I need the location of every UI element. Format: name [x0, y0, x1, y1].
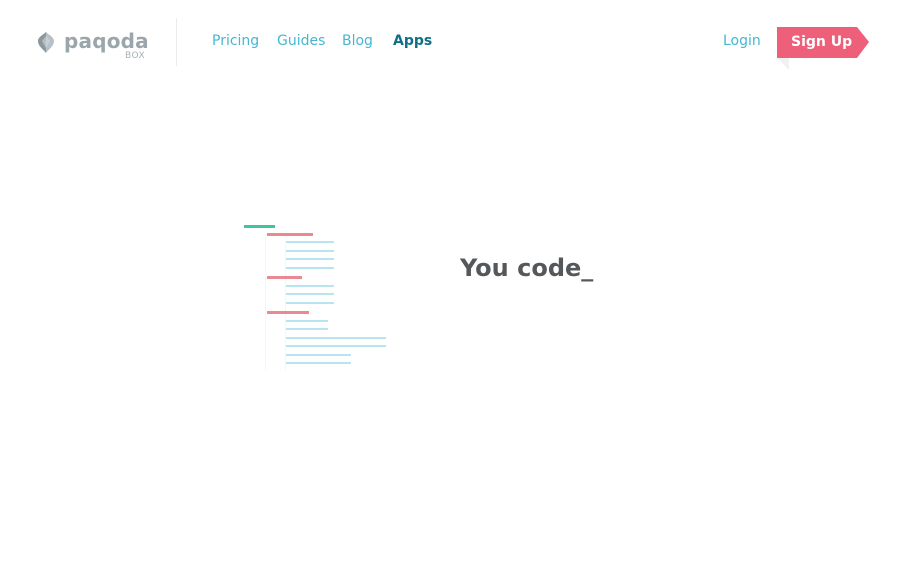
nav-item-pricing[interactable]: Pricing	[212, 33, 259, 49]
nav-item-apps[interactable]: Apps	[393, 33, 432, 49]
code-line	[267, 276, 302, 279]
code-line	[286, 345, 386, 347]
hero-headline: You code_	[460, 254, 594, 282]
code-line	[286, 302, 334, 304]
pagoda-gem-icon	[38, 32, 54, 53]
logo[interactable]: paqoda BOX	[38, 29, 149, 65]
login-link[interactable]: Login	[723, 33, 761, 49]
code-line	[267, 233, 313, 236]
nav-item-guides[interactable]: Guides	[277, 33, 325, 49]
code-lines-illustration	[244, 225, 386, 370]
code-line	[286, 293, 334, 295]
code-line	[286, 337, 386, 339]
code-line	[286, 250, 334, 252]
code-line	[267, 311, 309, 314]
logo-subtitle: BOX	[125, 51, 146, 61]
code-indent-guide	[285, 242, 286, 370]
code-line	[286, 354, 351, 356]
code-line	[286, 328, 328, 330]
code-line	[286, 320, 328, 322]
code-line	[244, 225, 275, 228]
logo-wordmark: paqoda	[64, 29, 149, 53]
code-line	[286, 362, 351, 364]
code-line	[286, 258, 334, 260]
signup-label: Sign Up	[791, 34, 853, 50]
nav-item-blog[interactable]: Blog	[342, 33, 373, 49]
code-line	[286, 241, 334, 243]
code-line	[286, 267, 334, 269]
code-indent-guide	[265, 234, 266, 370]
code-line	[286, 285, 334, 287]
signup-button[interactable]: Sign Up	[777, 27, 869, 70]
header-divider	[176, 18, 177, 66]
